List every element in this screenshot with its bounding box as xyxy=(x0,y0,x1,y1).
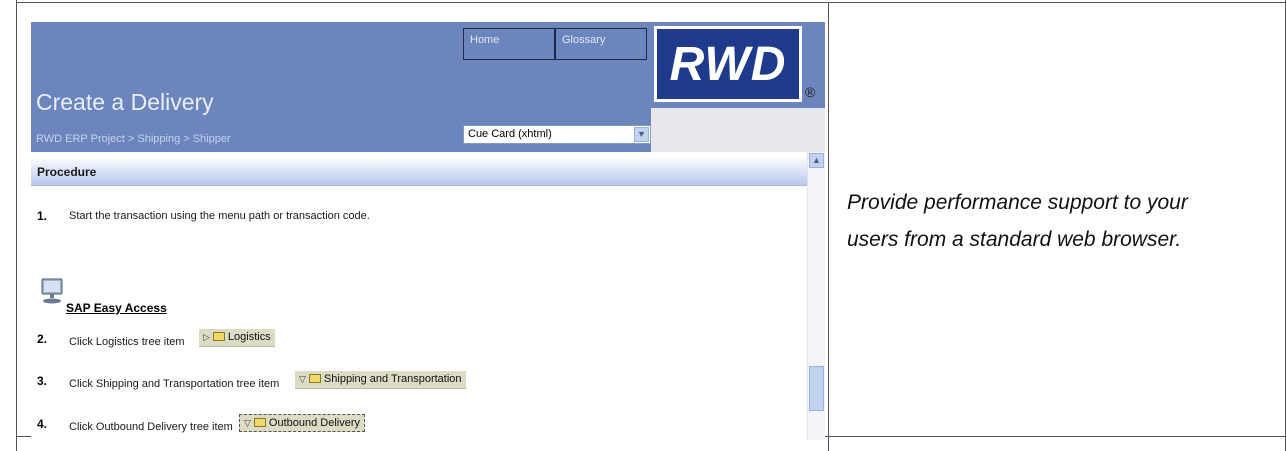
slide-frame: Create a Delivery RWD ERP Project > Ship… xyxy=(16,0,1286,451)
view-mode-select[interactable]: Cue Card (xhtml) ▼ xyxy=(463,125,651,144)
step-number: 1. xyxy=(37,209,48,223)
step-number: 3. xyxy=(37,374,48,388)
step-text: Click Outbound Delivery tree item xyxy=(69,421,233,433)
scroll-up-icon[interactable]: ▲ xyxy=(809,153,824,168)
column-divider xyxy=(828,2,829,451)
tree-item-label: Outbound Delivery xyxy=(268,417,361,429)
home-button[interactable]: Home xyxy=(463,28,555,60)
breadcrumb[interactable]: RWD ERP Project > Shipping > Shipper xyxy=(36,133,231,145)
tagline: Provide performance support to your user… xyxy=(847,184,1286,258)
folder-icon xyxy=(253,418,266,427)
folder-icon xyxy=(212,332,225,341)
step-number: 4. xyxy=(37,417,48,431)
registered-mark: ® xyxy=(805,84,816,100)
triangle-down-icon: ▽ xyxy=(244,418,251,428)
tree-item-outbound-delivery[interactable]: ▽ Outbound Delivery xyxy=(239,414,366,432)
view-mode-value: Cue Card (xhtml) xyxy=(468,128,552,140)
step-text: Start the transaction using the menu pat… xyxy=(69,210,370,222)
procedure-heading: Procedure xyxy=(37,165,97,179)
glossary-button[interactable]: Glossary xyxy=(555,28,647,60)
logo-text: RWD xyxy=(669,37,787,91)
chevron-down-icon[interactable]: ▼ xyxy=(634,127,649,142)
tagline-line-2: users from a standard web browser. xyxy=(847,228,1182,251)
procedure-heading-bar: Procedure xyxy=(31,156,807,186)
scroll-thumb[interactable] xyxy=(809,366,824,411)
rwd-logo: RWD xyxy=(654,26,802,102)
tagline-line-1: Provide performance support to your xyxy=(847,191,1188,214)
triangle-down-icon: ▽ xyxy=(299,374,306,384)
page-header: Create a Delivery RWD ERP Project > Ship… xyxy=(31,22,825,152)
triangle-right-icon: ▷ xyxy=(203,332,210,342)
sap-easy-access-link[interactable]: SAP Easy Access xyxy=(66,301,167,315)
logo-area: RWD ® xyxy=(651,22,825,152)
page-title: Create a Delivery xyxy=(36,89,214,115)
top-rule xyxy=(17,2,1285,3)
procedure-content: Procedure 1. Start the transaction using… xyxy=(31,152,807,440)
tree-item-label: Logistics xyxy=(227,331,271,343)
folder-icon xyxy=(308,374,321,383)
step-number: 2. xyxy=(37,332,48,346)
tree-item-label: Shipping and Transportation xyxy=(323,373,462,385)
vertical-scrollbar[interactable]: ▲ xyxy=(807,152,825,440)
step-text: Click Logistics tree item xyxy=(69,336,185,348)
browser-viewport: Create a Delivery RWD ERP Project > Ship… xyxy=(31,22,825,440)
tree-item-shipping-transportation[interactable]: ▽ Shipping and Transportation xyxy=(295,371,466,389)
step-text: Click Shipping and Transportation tree i… xyxy=(69,378,280,390)
monitor-icon xyxy=(41,278,63,304)
tree-item-logistics[interactable]: ▷ Logistics xyxy=(199,329,275,347)
logo-strip xyxy=(651,108,825,152)
